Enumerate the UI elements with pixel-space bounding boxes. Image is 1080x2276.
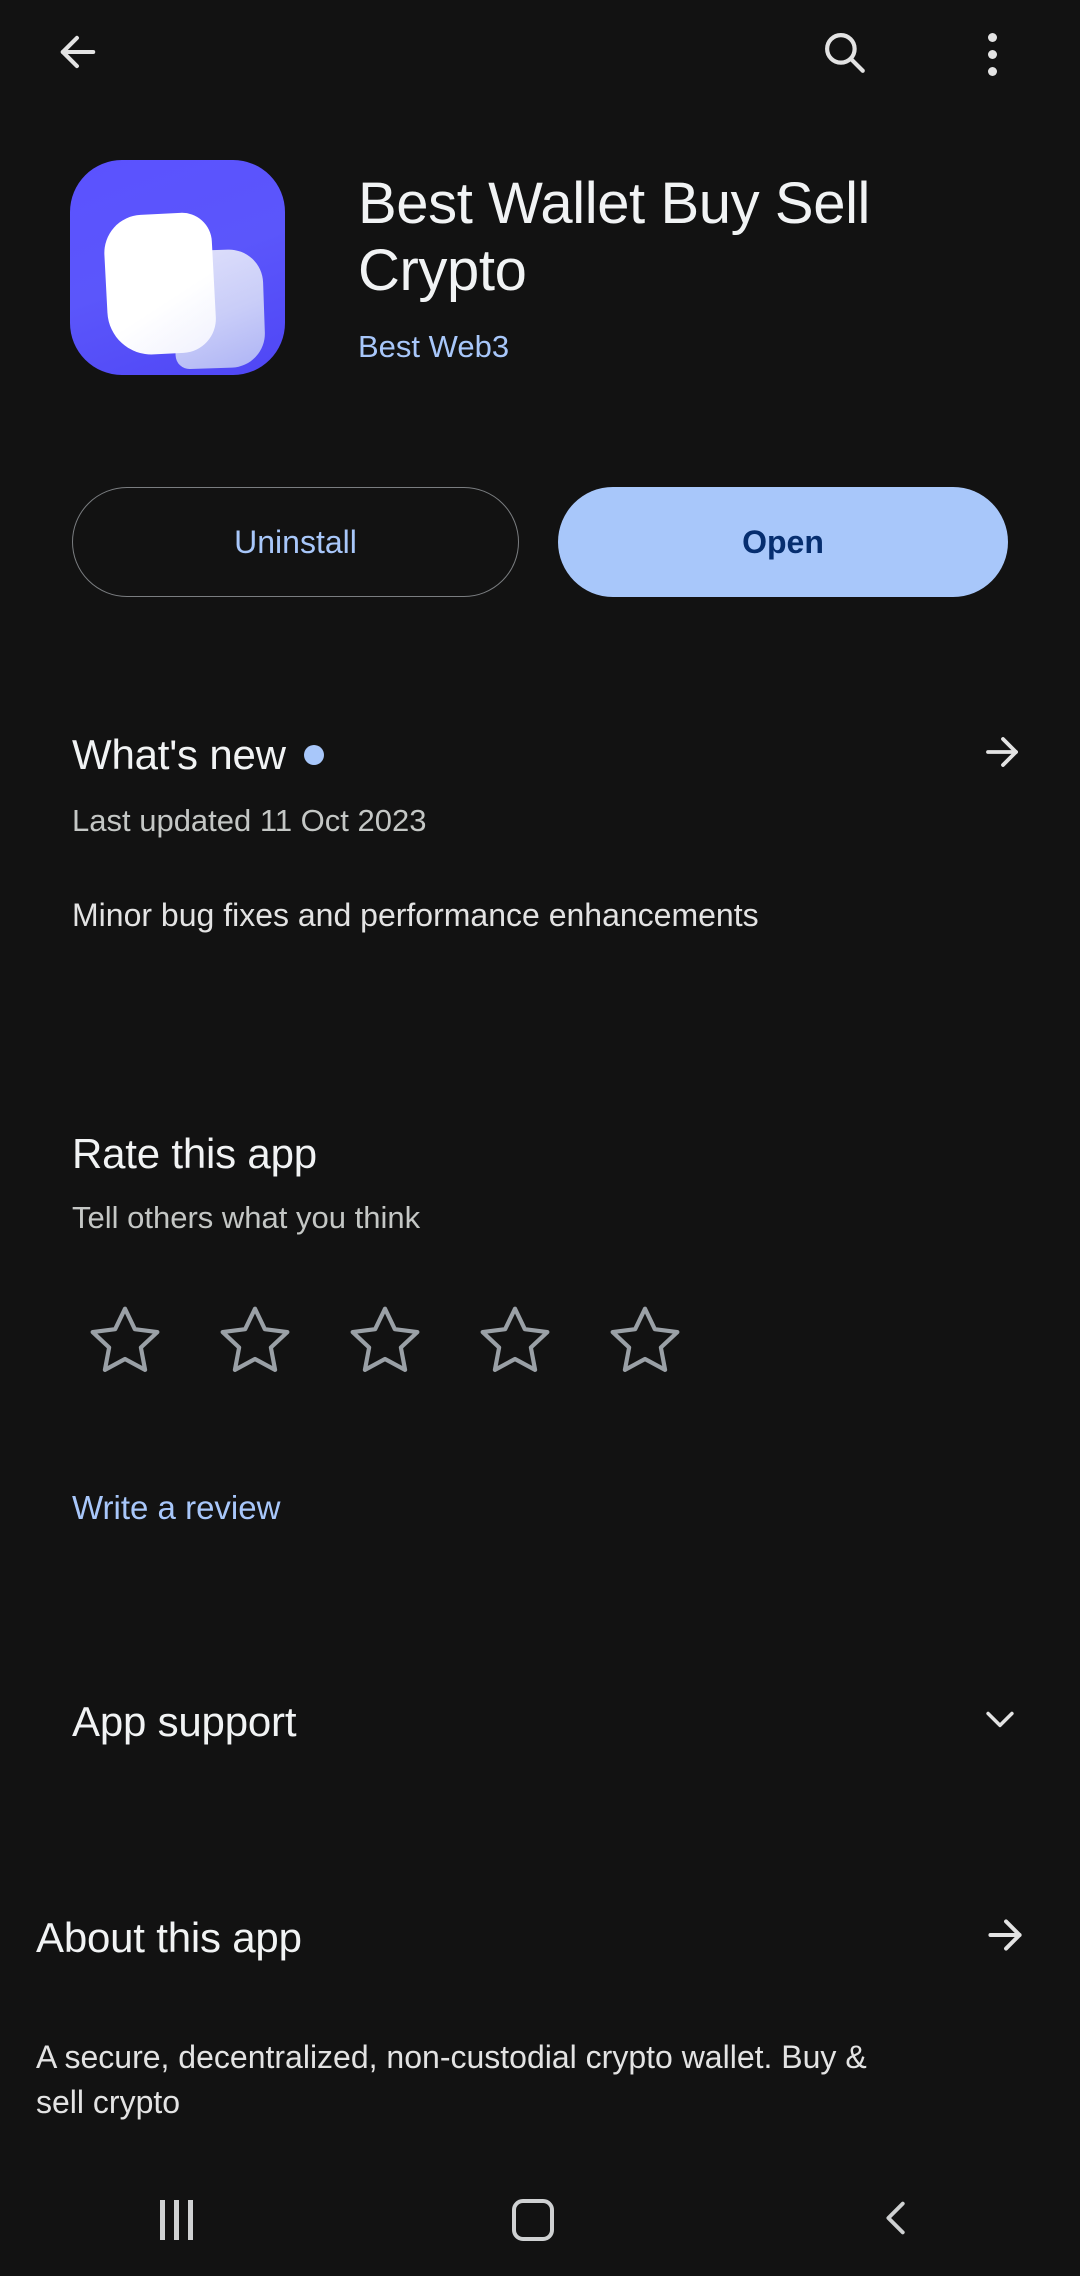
back-button[interactable]: [46, 22, 110, 86]
search-button[interactable]: [810, 20, 878, 88]
arrow-left-icon: [52, 26, 104, 83]
whats-new-label: What's new: [72, 730, 286, 778]
play-store-app-detail-screen: Best Wallet Buy Sell Crypto Best Web3 Un…: [0, 0, 1080, 2276]
app-title-block: Best Wallet Buy Sell Crypto Best Web3: [358, 170, 1018, 365]
whats-new-title-row: What's new: [72, 731, 324, 779]
recents-button[interactable]: [159, 2200, 193, 2240]
system-back-button[interactable]: [874, 2195, 920, 2246]
new-dot-badge: [303, 744, 324, 765]
rate-app-section: Rate this app Tell others what you think: [0, 1130, 1080, 1236]
rating-star-2[interactable]: [190, 1300, 320, 1380]
open-button[interactable]: Open: [558, 487, 1008, 597]
rating-star-4[interactable]: [450, 1300, 580, 1380]
best-wallet-app-icon: [70, 160, 285, 375]
developer-link[interactable]: Best Web3: [358, 329, 1018, 365]
app-support-title: App support: [72, 1697, 297, 1745]
arrow-right-icon: [980, 1919, 1030, 1964]
app-support-expand-button[interactable]: [978, 1697, 1044, 1746]
whats-new-arrow-button[interactable]: [978, 728, 1044, 781]
about-this-app-title: About this app: [36, 1913, 302, 1961]
uninstall-button[interactable]: Uninstall: [72, 487, 519, 597]
rating-star-row[interactable]: [60, 1300, 1020, 1380]
app-support-header[interactable]: App support: [0, 1697, 1080, 1746]
whats-new-header[interactable]: What's new: [0, 728, 1080, 781]
recents-icon-bar: [187, 2200, 193, 2240]
app-support-section[interactable]: App support: [0, 1697, 1080, 1746]
page-title: Best Wallet Buy Sell Crypto: [358, 171, 871, 304]
about-this-app-section[interactable]: About this app: [0, 1910, 1080, 1965]
arrow-right-icon: [978, 737, 1026, 780]
rating-star-1[interactable]: [60, 1300, 190, 1380]
about-this-app-arrow-button[interactable]: [980, 1910, 1044, 1965]
more-vert-icon-dot: [987, 66, 997, 76]
recents-icon: [159, 2200, 165, 2240]
top-app-bar: [0, 0, 1080, 100]
release-notes-text: Minor bug fixes and performance enhancem…: [72, 897, 759, 933]
android-navigation-bar: [0, 2164, 1080, 2276]
home-button[interactable]: [512, 2199, 555, 2241]
more-vert-icon: [987, 32, 997, 42]
icon-leaf-front-shape: [102, 211, 218, 357]
rate-app-title: Rate this app: [72, 1130, 317, 1177]
about-this-app-header[interactable]: About this app: [0, 1910, 1080, 1965]
overflow-menu-button[interactable]: [962, 20, 1022, 88]
rating-star-3[interactable]: [320, 1300, 450, 1380]
about-description-text: A secure, decentralized, non-custodial c…: [36, 2039, 867, 2121]
whats-new-notes: Minor bug fixes and performance enhancem…: [0, 893, 1080, 938]
recents-icon-bar: [173, 2200, 179, 2240]
about-description-block: A secure, decentralized, non-custodial c…: [0, 2035, 1080, 2126]
write-review-link[interactable]: Write a review: [0, 1485, 1080, 1532]
whats-new-section[interactable]: What's new Last updated 11 Oct 2023: [0, 728, 1080, 839]
more-vert-icon-dot: [987, 49, 997, 59]
rating-star-5[interactable]: [580, 1300, 710, 1380]
rate-app-header: Rate this app: [0, 1130, 1080, 1178]
chevron-left-icon: [874, 2201, 920, 2245]
rate-app-subtitle: Tell others what you think: [72, 1200, 421, 1235]
last-updated-text: Last updated 11 Oct 2023: [72, 803, 427, 838]
search-icon: [819, 27, 869, 82]
chevron-down-icon: [978, 1711, 1022, 1745]
write-review-row[interactable]: Write a review: [0, 1485, 1080, 1532]
